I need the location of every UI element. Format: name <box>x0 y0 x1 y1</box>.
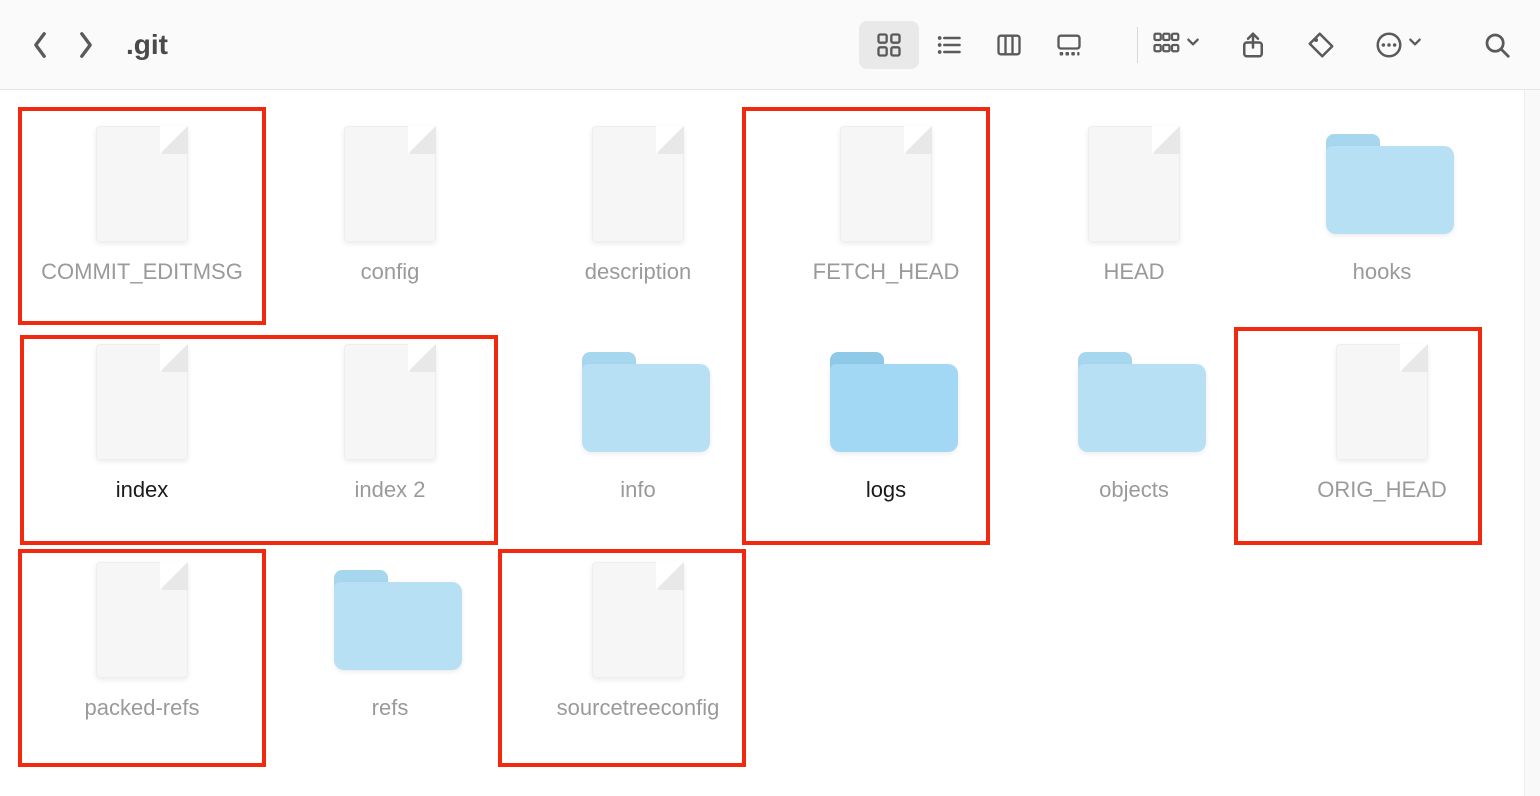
document-icon <box>830 120 942 248</box>
folder-item-objects[interactable]: objects <box>1010 326 1258 544</box>
actions-button[interactable] <box>1374 30 1422 60</box>
folder-icon <box>334 556 446 684</box>
column-view-button[interactable] <box>979 21 1039 69</box>
document-icon <box>1078 120 1190 248</box>
file-label: FETCH_HEAD <box>813 258 960 287</box>
document-icon <box>86 120 198 248</box>
document-icon <box>86 556 198 684</box>
window-title: .git <box>126 29 168 61</box>
file-label: index 2 <box>355 476 426 505</box>
file-label: refs <box>372 694 409 723</box>
folder-icon <box>830 338 942 466</box>
file-item-description[interactable]: description <box>514 108 762 326</box>
search-button[interactable] <box>1482 30 1512 60</box>
document-icon <box>1326 338 1438 466</box>
folder-item-logs[interactable]: logs <box>762 326 1010 544</box>
document-icon <box>582 120 694 248</box>
document-icon <box>582 556 694 684</box>
file-item-sourcetreeconfig[interactable]: sourcetreeconfig <box>514 544 762 762</box>
share-button[interactable] <box>1238 30 1268 60</box>
file-grid: COMMIT_EDITMSG config description FETCH_HEA… <box>0 108 1540 762</box>
file-item-commit-editmsg[interactable]: COMMIT_EDITMSG <box>18 108 266 326</box>
file-item-head[interactable]: HEAD <box>1010 108 1258 326</box>
icon-view-button[interactable] <box>859 21 919 69</box>
file-label: config <box>361 258 420 287</box>
nav-group <box>28 33 98 57</box>
file-label: ORIG_HEAD <box>1317 476 1447 505</box>
scrollbar[interactable] <box>1524 90 1540 796</box>
file-label: packed-refs <box>85 694 200 723</box>
file-label: index <box>116 476 169 505</box>
file-item-index-2[interactable]: index 2 <box>266 326 514 544</box>
tags-button[interactable] <box>1306 30 1336 60</box>
file-label: info <box>620 476 655 505</box>
toolbar-divider <box>1137 27 1138 63</box>
gallery-view-button[interactable] <box>1039 21 1099 69</box>
file-label: description <box>585 258 691 287</box>
file-item-orig-head[interactable]: ORIG_HEAD <box>1258 326 1506 544</box>
tool-group <box>1152 30 1422 60</box>
document-icon <box>334 338 446 466</box>
folder-icon <box>1078 338 1190 466</box>
folder-item-refs[interactable]: refs <box>266 544 514 762</box>
file-item-config[interactable]: config <box>266 108 514 326</box>
file-label: hooks <box>1353 258 1412 287</box>
forward-button[interactable] <box>74 33 98 57</box>
folder-item-hooks[interactable]: hooks <box>1258 108 1506 326</box>
document-icon <box>334 120 446 248</box>
file-area: COMMIT_EDITMSG config description FETCH_HEA… <box>0 90 1540 762</box>
file-label: objects <box>1099 476 1169 505</box>
folder-item-info[interactable]: info <box>514 326 762 544</box>
view-mode-group <box>859 21 1099 69</box>
list-view-button[interactable] <box>919 21 979 69</box>
document-icon <box>86 338 198 466</box>
file-label: logs <box>866 476 906 505</box>
back-button[interactable] <box>28 33 52 57</box>
toolbar: .git <box>0 0 1540 90</box>
group-by-button[interactable] <box>1152 30 1200 60</box>
file-label: HEAD <box>1103 258 1164 287</box>
file-label: sourcetreeconfig <box>557 694 720 723</box>
folder-icon <box>582 338 694 466</box>
file-item-index[interactable]: index <box>18 326 266 544</box>
folder-icon <box>1326 120 1438 248</box>
file-item-packed-refs[interactable]: packed-refs <box>18 544 266 762</box>
file-item-fetch-head[interactable]: FETCH_HEAD <box>762 108 1010 326</box>
chevron-down-icon <box>1186 35 1200 54</box>
file-label: COMMIT_EDITMSG <box>41 258 243 287</box>
chevron-down-icon <box>1408 35 1422 54</box>
